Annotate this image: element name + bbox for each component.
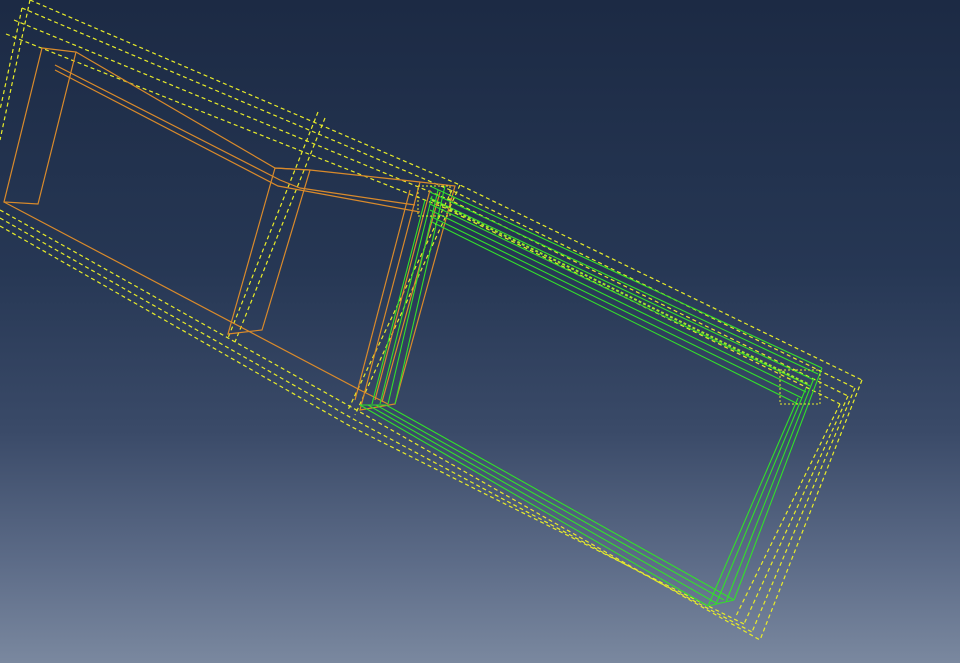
boundary-bottom-edge-3 [0,225,745,625]
right-top-edge-7 [431,221,799,405]
right-top-edge-4 [429,203,811,387]
left-bottom-edge [3,201,389,405]
right-top-edge-1 [429,185,823,369]
right-top-edge-5 [429,209,807,393]
right-bottom-edge-2 [367,404,717,604]
right-end-vert-1 [733,367,823,601]
right-left-vert-4 [371,199,426,405]
left-inner-edge-1 [54,64,416,206]
model-wireframe-canvas[interactable] [0,0,960,663]
mid-partition-face [227,167,311,335]
graphics-viewport[interactable] [0,0,960,663]
right-bottom-edge-1 [359,404,709,607]
boundary-mid-4 [234,117,326,343]
boundary-top-edge-1 [29,0,863,381]
right-top-edge-2 [429,191,819,375]
left-part-wireframe[interactable] [3,47,456,411]
right-top-highlight [431,199,809,385]
right-top-edge-3 [429,197,815,381]
boundary-right-end-2 [751,387,856,633]
right-bottom-edge-3 [375,404,725,601]
boundary-mid-3 [227,111,319,339]
right-bottom-edge-4 [385,404,735,601]
outer-boundary-lines [0,0,863,641]
left-inner-edge-2 [54,69,421,213]
right-part-wireframe-selected[interactable] [359,185,823,607]
right-top-edge-6 [429,215,803,399]
boundary-mid-1 [354,184,461,416]
right-left-vert-2 [387,189,439,405]
boundary-bottom-edge-2 [0,217,753,633]
junction-line-2 [374,189,431,401]
right-end-vert-3 [715,387,807,605]
boundary-right-end-1 [759,379,863,641]
boundary-right-end-4 [735,403,841,617]
boundary-right-end-3 [743,395,849,625]
junction-line-1 [354,189,411,401]
boundary-top-edge-3 [13,19,849,397]
boundary-left-end-2 [0,7,23,111]
junction-line-3 [381,191,441,403]
right-end-vert-4 [707,397,799,607]
